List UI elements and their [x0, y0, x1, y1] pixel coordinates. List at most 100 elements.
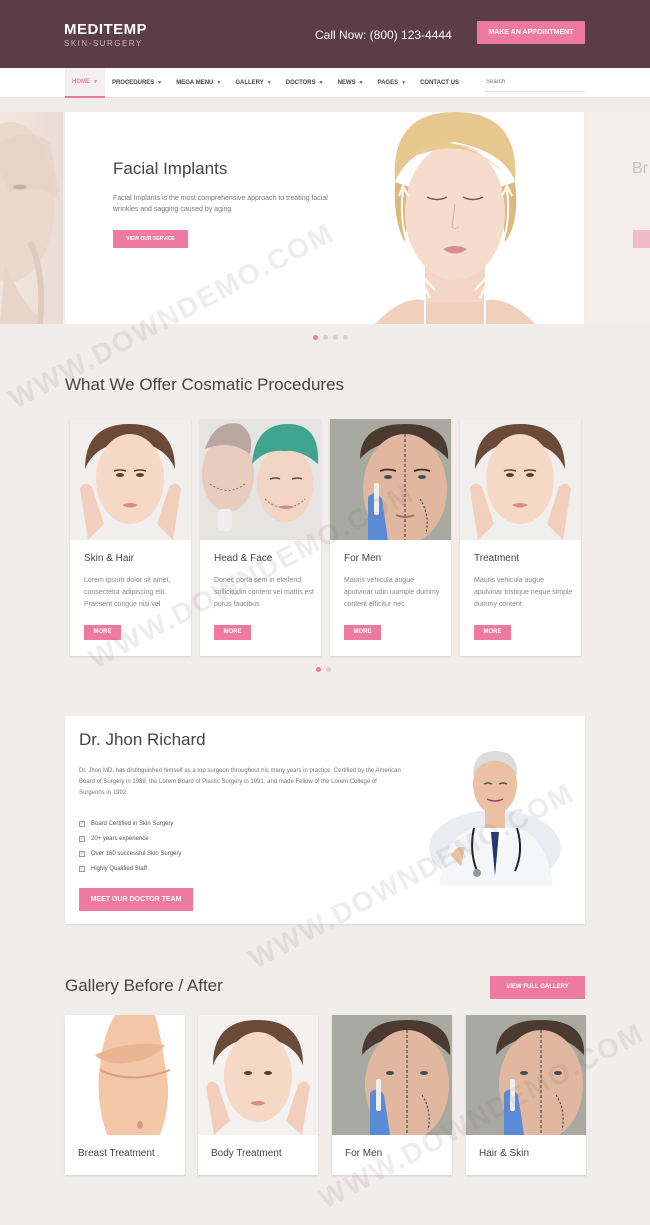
- gallery-caption: For Men: [345, 1148, 383, 1159]
- gallery-image: [332, 1015, 452, 1135]
- credential-text: Over 160 successful Skin Surgery: [91, 850, 182, 857]
- procedure-image: [70, 419, 191, 540]
- slider-dot[interactable]: [316, 667, 321, 672]
- woman-face-image: [0, 122, 60, 324]
- slider-dot[interactable]: [323, 335, 328, 340]
- gallery-caption: Hair & Skin: [479, 1148, 530, 1159]
- slider-dot[interactable]: [326, 667, 331, 672]
- gallery-image: [65, 1015, 185, 1135]
- list-item: ✓ Board Certified in Skin Surgery: [79, 816, 181, 831]
- main-navbar: HOME ▼ PROCEDURES ▼ MEGA MENU ▼ GALLERY ▼ DO…: [0, 68, 650, 98]
- nav-item-doctors[interactable]: DOCTORS ▼: [279, 68, 331, 98]
- logo-title: MEDITEMP: [64, 21, 148, 38]
- list-item: ✓ 20+ years experience: [79, 831, 181, 846]
- procedure-name: Head & Face: [214, 553, 273, 564]
- hero-description: Facial Implants is the most comprehensiv…: [113, 195, 328, 213]
- credential-text: 20+ years experience: [91, 835, 149, 842]
- next-slide-preview[interactable]: Br: [586, 112, 650, 324]
- caret-down-icon: ▼: [358, 80, 364, 86]
- slider-dot[interactable]: [343, 335, 348, 340]
- procedure-name: For Men: [344, 553, 382, 564]
- more-button[interactable]: MORE: [84, 625, 121, 640]
- caret-down-icon: ▼: [93, 79, 98, 85]
- doctor-name: Dr. Jhon Richard: [79, 730, 206, 749]
- more-button[interactable]: MORE: [214, 625, 251, 640]
- doctor-section: Dr. Jhon Richard Dr. Jhon MD, has distin…: [65, 716, 585, 924]
- meet-doctor-team-button[interactable]: MEET OUR DOCTOR TEAM: [79, 888, 193, 911]
- nav-item-home[interactable]: HOME ▼: [65, 68, 105, 98]
- gallery-item[interactable]: Hair & Skin: [466, 1015, 586, 1175]
- credential-text: Board Certified in Skin Surgery: [91, 820, 174, 827]
- procedures-section-title: What We Offer Cosmatic Procedures: [65, 375, 345, 394]
- gallery-caption: Body Treatment: [211, 1148, 282, 1159]
- procedure-image: [330, 419, 451, 540]
- caret-down-icon: ▼: [318, 80, 324, 86]
- nav-label: PROCEDURES: [111, 80, 155, 86]
- nav-item-procedures[interactable]: PROCEDURES ▼: [105, 68, 169, 98]
- more-button[interactable]: MORE: [344, 625, 381, 640]
- make-appointment-button[interactable]: MAKE AN APPOINTMENT: [477, 21, 585, 44]
- hero-slide: Facial Implants Facial Implants is the m…: [65, 112, 584, 324]
- doctor-portrait-image: [429, 751, 561, 886]
- procedure-description: Lorem ipsum dolor sit amet, consectetur …: [84, 577, 171, 608]
- surgery-patients-image: [200, 419, 321, 540]
- search-input[interactable]: [484, 72, 585, 92]
- view-our-service-button[interactable]: VIEW OUR SERVICE: [113, 230, 188, 248]
- procedure-image: [460, 419, 581, 540]
- next-slide-button: [633, 230, 650, 248]
- nav-label: PAGES: [377, 80, 399, 86]
- check-icon: ✓: [79, 820, 85, 827]
- procedure-description: Mauris vehicula augue aputvinar udin uui…: [344, 577, 440, 608]
- procedure-card: Treatment Mauris vehicula augue apulvina…: [460, 419, 581, 656]
- caret-down-icon: ▼: [216, 80, 222, 86]
- check-icon: ✓: [79, 865, 85, 872]
- nav-label: MEGA MENU: [176, 80, 214, 86]
- credential-text: Highly Qualified Staff: [91, 865, 147, 872]
- doctor-bio: Dr. Jhon MD, has distinguished himself a…: [79, 768, 401, 796]
- caret-down-icon: ▼: [157, 80, 163, 86]
- procedure-name: Treatment: [474, 553, 520, 564]
- main-nav: HOME ▼ PROCEDURES ▼ MEGA MENU ▼ GALLERY ▼ DO…: [65, 68, 466, 98]
- call-now-text: Call Now: (800) 123-4444: [315, 28, 452, 42]
- man-face-markings-image: [466, 1015, 586, 1135]
- check-icon: ✓: [79, 850, 85, 857]
- procedure-description: Mauris vehicula augue apulvinar tristiqu…: [474, 577, 573, 608]
- more-button[interactable]: MORE: [474, 625, 511, 640]
- hero-slider-dots: [313, 335, 348, 340]
- slider-dot[interactable]: [313, 335, 318, 340]
- logo-subtitle: SKIN-SURGERY: [64, 39, 143, 48]
- top-header: MEDITEMP SKIN-SURGERY Call Now: (800) 12…: [0, 0, 650, 68]
- gallery-image: [198, 1015, 318, 1135]
- nav-item-news[interactable]: NEWS ▼: [331, 68, 371, 98]
- gallery-caption: Breast Treatment: [78, 1148, 155, 1159]
- gallery-item[interactable]: For Men: [332, 1015, 452, 1175]
- hero-title: Facial Implants: [113, 159, 228, 178]
- view-full-gallery-button[interactable]: VIEW FULL GALLERY: [490, 976, 585, 999]
- list-item: ✓ Over 160 successful Skin Surgery: [79, 846, 181, 861]
- gallery-section-title: Gallery Before / After: [65, 976, 223, 995]
- nav-item-mega-menu[interactable]: MEGA MENU ▼: [169, 68, 228, 98]
- nav-item-contact-us[interactable]: CONTACT US: [413, 68, 466, 98]
- procedure-card: Head & Face Donec porta sem in eleifend …: [200, 419, 321, 656]
- list-item: ✓ Highly Qualified Staff: [79, 861, 181, 876]
- credentials-list: ✓ Board Certified in Skin Surgery ✓ 20+ ye…: [79, 816, 181, 876]
- procedure-card: For Men Mauris vehicula augue aputvinar …: [330, 419, 451, 656]
- gallery-image: [466, 1015, 586, 1135]
- gallery-item[interactable]: Body Treatment: [198, 1015, 318, 1175]
- woman-face-image: [460, 419, 581, 540]
- prev-slide-preview[interactable]: [0, 112, 63, 324]
- procedure-image: [200, 419, 321, 540]
- next-slide-title: Br: [632, 160, 648, 177]
- site-logo[interactable]: MEDITEMP SKIN-SURGERY: [64, 22, 147, 48]
- gallery-item[interactable]: Breast Treatment: [65, 1015, 185, 1175]
- nav-item-pages[interactable]: PAGES ▼: [371, 68, 414, 98]
- caret-down-icon: ▼: [266, 80, 272, 86]
- slider-dot[interactable]: [333, 335, 338, 340]
- nav-label: HOME: [72, 79, 90, 85]
- caret-down-icon: ▼: [401, 80, 407, 86]
- check-icon: ✓: [79, 835, 85, 842]
- nav-label: CONTACT US: [420, 80, 459, 86]
- nav-label: GALLERY: [235, 80, 264, 86]
- nav-item-gallery[interactable]: GALLERY ▼: [228, 68, 278, 98]
- procedure-card: Skin & Hair Lorem ipsum dolor sit amet, …: [70, 419, 191, 656]
